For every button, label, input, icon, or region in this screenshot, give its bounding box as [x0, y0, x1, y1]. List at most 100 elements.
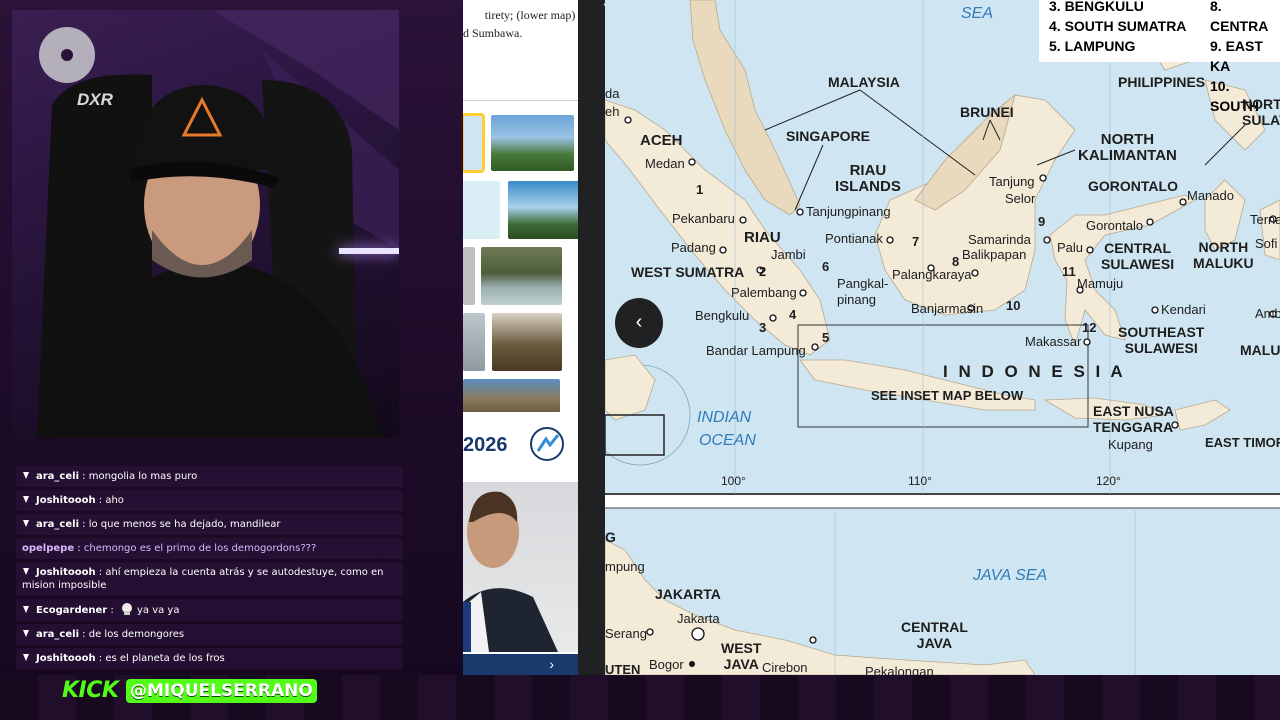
- article-text-line: d Sumbawa.: [463, 26, 523, 40]
- ad-portrait-image: [463, 482, 578, 652]
- chat-text: chemongo es el primo de los demogordons?…: [83, 543, 317, 554]
- city-label: Tanjungpinang: [806, 204, 891, 219]
- province-number: 4: [789, 307, 797, 322]
- webcam-feed: DXR: [12, 10, 399, 438]
- city-label: Tanjung Selor: [989, 173, 1035, 207]
- region-line: CENTRAL: [901, 619, 968, 635]
- longitude-label: 120°: [1096, 474, 1121, 488]
- emote-icon: [121, 603, 133, 615]
- gallery-thumbnail[interactable]: [463, 181, 500, 239]
- region-line: JAVA: [723, 656, 759, 672]
- chat-message: Joshitoooh : aho: [16, 490, 403, 511]
- user-badge-icon: [22, 605, 30, 614]
- region-line: CENTRAL: [1104, 240, 1171, 256]
- city-label: Makassar: [1025, 334, 1082, 349]
- province-number: 5: [822, 330, 830, 345]
- city-label: mpung: [605, 559, 645, 574]
- city-label: Amb: [1255, 306, 1280, 321]
- gallery-thumbnail[interactable]: [463, 313, 485, 371]
- region-line: EAST NUSA: [1093, 403, 1174, 419]
- city-label: eh: [605, 104, 620, 119]
- region-line: MALUKU: [1193, 255, 1254, 271]
- gallery-thumbnail[interactable]: [481, 247, 562, 305]
- chat-username: opelpepe: [22, 543, 75, 554]
- legend-item: 5. LAMPUNG: [1049, 38, 1136, 54]
- ad-logo-icon: [530, 427, 564, 461]
- region-line: TENGGARA: [1093, 419, 1174, 435]
- city-label: Kupang: [1108, 437, 1153, 452]
- chat-username: ara_celi: [36, 471, 79, 482]
- chat-message: opelpepe : chemongo es el primo de los d…: [16, 538, 403, 559]
- chat-username: Joshitoooh: [36, 495, 96, 506]
- province-number: 11: [1062, 264, 1076, 279]
- chat-text: aho: [105, 495, 124, 506]
- city-label: Pekalongan: [865, 664, 934, 675]
- chat-text: mongolia lo mas puro: [88, 471, 198, 482]
- legend-item: 8. CENTRA: [1210, 0, 1269, 34]
- previous-image-button[interactable]: ‹: [615, 298, 663, 348]
- city-label: Bengkulu: [695, 308, 750, 323]
- user-badge-icon: [22, 519, 30, 528]
- city-line: pinang: [837, 292, 877, 307]
- region-label: GORONTALO: [1088, 178, 1178, 194]
- gallery-thumbnail-selected[interactable]: [463, 113, 485, 173]
- user-badge-icon: [22, 567, 30, 576]
- region-line: ISLANDS: [835, 178, 901, 195]
- region-label: PHILIPPINES: [1118, 74, 1206, 90]
- region-label: WEST JAVA: [721, 640, 761, 672]
- svg-text:DXR: DXR: [77, 90, 114, 109]
- city-label: Medan: [645, 156, 685, 171]
- region-label: CENTRAL JAVA: [901, 619, 968, 651]
- region-label: EAST NUSA TENGGARA: [1093, 403, 1174, 435]
- city-label: Ternate: [1250, 212, 1280, 227]
- chat-text: ya va ya: [136, 605, 180, 616]
- legend-item: 4. SOUTH SUMATRA: [1049, 18, 1187, 34]
- channel-handle: @MIQUELSERRANO: [126, 679, 317, 703]
- longitude-label: 110°: [908, 474, 932, 488]
- gallery-thumbnail[interactable]: [491, 115, 574, 171]
- region-label: RIAU: [744, 229, 781, 246]
- region-line: NORT: [1242, 96, 1280, 112]
- region-line: SOUTHEAST: [1118, 324, 1205, 340]
- city-label: Jambi: [771, 247, 806, 262]
- city-label: Gorontalo: [1086, 218, 1144, 233]
- region-label: MALU: [1240, 342, 1280, 358]
- city-label: Samarinda: [968, 232, 1031, 247]
- city-label: Serang: [605, 626, 647, 641]
- city-label: Palangkaraya: [892, 267, 972, 282]
- ad-next-button[interactable]: ›: [463, 654, 578, 675]
- sea-label: JAVA SEA: [973, 567, 1048, 584]
- city-label: Jakarta: [677, 611, 720, 626]
- gallery-thumbnail[interactable]: [492, 313, 562, 371]
- advertisement[interactable]: 2026 ›: [463, 412, 578, 675]
- gallery-thumbnail[interactable]: [463, 247, 475, 305]
- city-label: Pekanbaru: [672, 211, 735, 226]
- chat-username: Joshitoooh: [36, 653, 96, 664]
- city-label: Palembang: [731, 285, 797, 300]
- gallery-thumbnail[interactable]: [463, 379, 560, 413]
- legend-item: 9. EAST KA: [1210, 38, 1263, 74]
- province-number: 7: [912, 234, 920, 249]
- city-label: Bandar Lampung: [706, 343, 806, 358]
- region-label: EAST TIMOR: [1205, 435, 1280, 450]
- region-label: SOUTHEAST SULAWESI: [1118, 324, 1204, 356]
- region-line: JAVA: [916, 635, 953, 651]
- region-label: MALAYSIA: [828, 74, 900, 90]
- webcam-illustration: DXR: [37, 10, 399, 438]
- user-badge-icon: [22, 471, 30, 480]
- city-line: Selor: [1005, 191, 1036, 206]
- region-label: NORTH MALUKU: [1193, 239, 1254, 271]
- city-line: Pangkal-: [837, 276, 889, 291]
- province-number: 1: [696, 182, 704, 197]
- province-number: 12: [1082, 320, 1097, 335]
- article-text: tirety; (lower map) the d Sumbawa.: [463, 6, 593, 42]
- region-label: NORTSULAV: [1242, 96, 1280, 128]
- region-line: NORTH: [1100, 131, 1155, 148]
- chat-message: ara_celi : de los demongores: [16, 624, 403, 645]
- longitude-label: 100°: [721, 474, 746, 488]
- province-number: 8: [952, 254, 960, 269]
- region-line: WEST: [721, 640, 762, 656]
- chat-message: Joshitoooh : es el planeta de los fros: [16, 648, 403, 669]
- chat-text: lo que menos se ha dejado, mandilear: [88, 519, 281, 530]
- city-label: Sofi: [1255, 236, 1278, 251]
